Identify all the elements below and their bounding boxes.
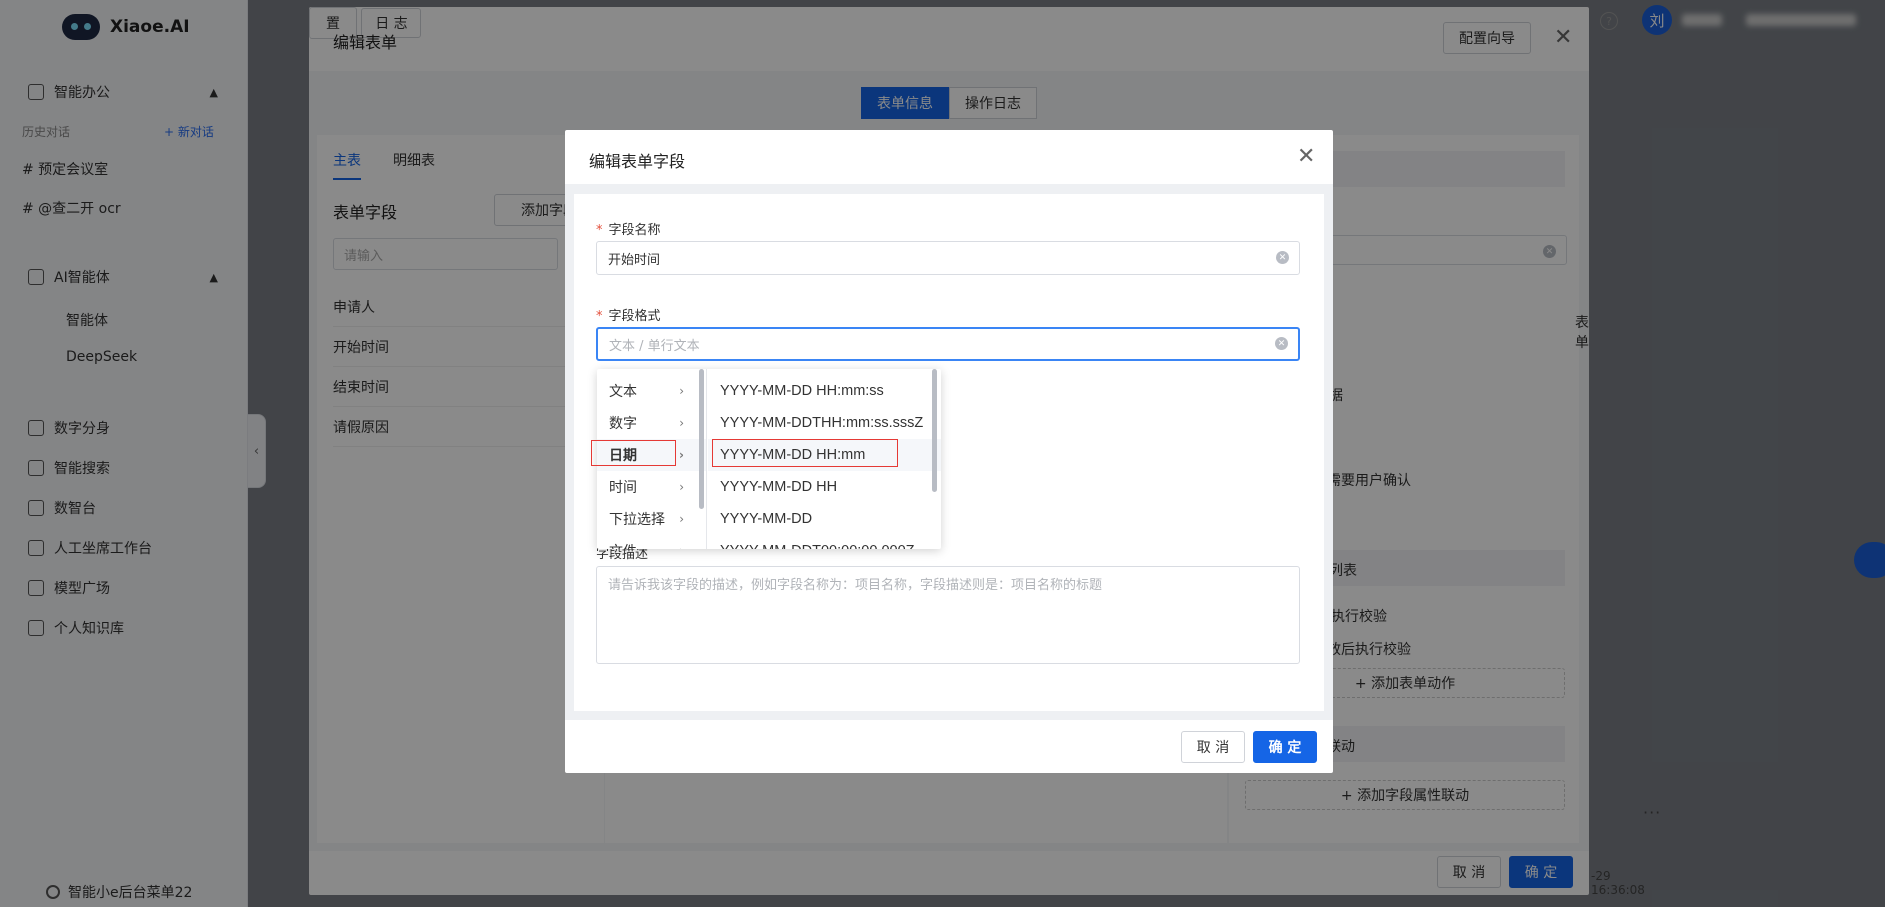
field-format-label: * 字段格式 <box>596 309 661 324</box>
chevron-right-icon: › <box>679 544 684 549</box>
close-icon[interactable]: ✕ <box>1297 146 1315 168</box>
field-name-value: 开始时间 <box>608 252 661 268</box>
field-format-select[interactable]: 文本 / 单行文本 ✕ <box>596 327 1300 361</box>
highlight-box-date <box>591 440 676 466</box>
chevron-right-icon: › <box>679 512 684 526</box>
field-name-input[interactable]: 开始时间 ✕ <box>596 241 1300 275</box>
format-option[interactable]: YYYY-MM-DD HH:mm:ss <box>708 375 941 407</box>
dialog-confirm-button[interactable]: 确 定 <box>1253 731 1317 763</box>
type-option-select[interactable]: 下拉选择 › <box>597 503 706 535</box>
field-format-placeholder: 文本 / 单行文本 <box>609 338 700 354</box>
format-option[interactable]: YYYY-MM-DD HH <box>708 471 941 503</box>
type-option-file[interactable]: 文件› <box>597 535 706 549</box>
chevron-right-icon: › <box>679 416 684 430</box>
type-option-text[interactable]: 文本 › <box>597 375 706 407</box>
scrollbar[interactable] <box>699 369 704 509</box>
field-desc-textarea[interactable]: 请告诉我该字段的描述，例如字段名称为：项目名称，字段描述则是：项目名称的标题 <box>596 566 1300 664</box>
dialog-title: 编辑表单字段 <box>589 152 686 171</box>
chevron-right-icon: › <box>679 448 684 462</box>
format-option[interactable]: YYYY-MM-DDTHH:mm:ss.sssZ <box>708 407 941 439</box>
field-name-label: * 字段名称 <box>596 223 661 238</box>
type-option-time[interactable]: 时间 › <box>597 471 706 503</box>
type-option-number[interactable]: 数字 › <box>597 407 706 439</box>
chevron-right-icon: › <box>679 384 684 398</box>
chevron-right-icon: › <box>679 480 684 494</box>
clear-icon[interactable]: ✕ <box>1275 337 1288 350</box>
dialog-cancel-button[interactable]: 取 消 <box>1181 731 1245 763</box>
highlight-box-format <box>712 439 898 467</box>
clear-icon[interactable]: ✕ <box>1276 251 1289 264</box>
scrollbar[interactable] <box>932 369 937 492</box>
format-option[interactable]: YYYY-MM-DD <box>708 503 941 535</box>
format-option[interactable]: YYYY-MM-DDT00:00:00.000Z <box>708 535 941 549</box>
